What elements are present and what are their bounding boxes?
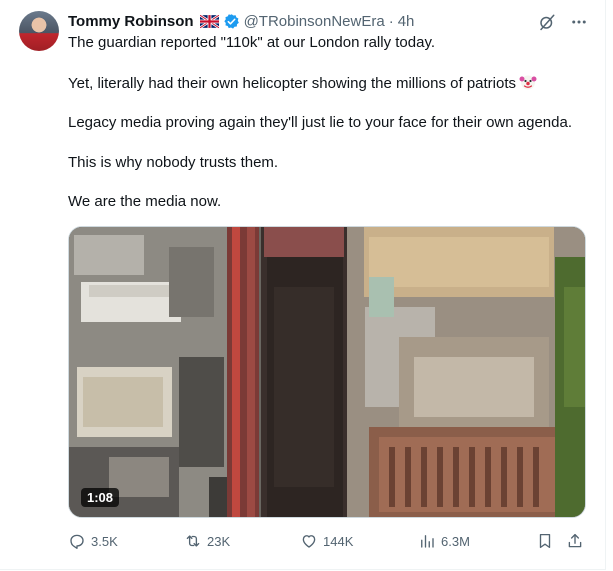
bookmark-button[interactable] (536, 532, 554, 550)
repost-button[interactable]: 23K (184, 532, 230, 550)
grok-icon[interactable] (537, 12, 557, 32)
views-count: 6.3M (441, 533, 470, 549)
like-count: 144K (323, 533, 354, 549)
post-paragraph: Legacy media proving again they'll just … (68, 114, 572, 131)
post-text: The guardian reported "110k" at our Lond… (68, 33, 588, 232)
reply-icon (70, 534, 84, 549)
verified-badge-icon (223, 13, 239, 29)
post-time[interactable]: 4h (398, 13, 415, 30)
like-button[interactable]: 144K (300, 532, 353, 550)
separator-dot: · (388, 12, 394, 30)
post-top-actions (537, 12, 589, 32)
post-paragraph: The guardian reported "110k" at our Lond… (68, 34, 435, 51)
repost-icon (186, 535, 200, 547)
video-duration: 1:08 (81, 488, 120, 507)
views-chart-icon (421, 535, 434, 548)
clown-face-emoji-icon (519, 75, 537, 89)
repost-count: 23K (207, 533, 231, 549)
bookmark-icon (539, 533, 551, 549)
post-paragraph-text: Yet, literally had their own helicopter … (68, 74, 517, 92)
views-button[interactable]: 6.3M (418, 532, 470, 550)
share-icon (568, 533, 582, 548)
post-paragraph: Yet, literally had their own helicopter … (68, 73, 588, 94)
more-options-icon[interactable] (569, 12, 589, 32)
author-name[interactable]: Tommy Robinson (68, 13, 194, 30)
avatar[interactable] (19, 11, 59, 51)
heart-icon (302, 535, 316, 548)
reply-count: 3.5K (91, 533, 118, 549)
video-player[interactable]: 1:08 (68, 226, 586, 518)
author-handle[interactable]: @TRobinsonNewEra (244, 13, 385, 30)
video-frame-aerial-crowd (69, 227, 585, 517)
post-paragraph: We are the media now. (68, 193, 222, 210)
post-paragraph: This is why nobody trusts them. (68, 153, 279, 171)
uk-flag-icon (199, 14, 219, 28)
share-button[interactable] (566, 532, 584, 550)
post-header: Tommy Robinson @TRobinsonNewEra · 4h (68, 11, 414, 31)
reply-button[interactable]: 3.5K (68, 532, 118, 550)
action-bar: 3.5K 23K 144K 6.3M (68, 531, 588, 551)
